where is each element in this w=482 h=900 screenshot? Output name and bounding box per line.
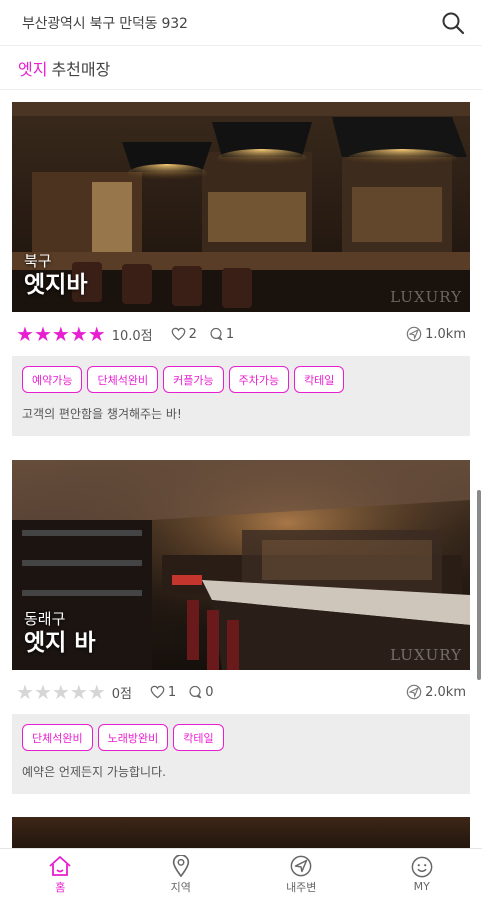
store-meta: ★ ★ ★ ★ ★ 0점 1 0 2.0km: [12, 670, 470, 714]
section-title-accent: 엣지: [18, 59, 48, 79]
navigation-icon: [406, 326, 422, 342]
distance-value: 1.0km: [425, 326, 466, 342]
nav-my-label: MY: [413, 880, 430, 893]
top-bar: 부산광역시 북구 만덕동 932: [0, 0, 482, 46]
nav-nearby-label: 내주변: [286, 880, 317, 894]
distance: 2.0km: [406, 684, 466, 700]
store-info: 예약가능 단체석완비 커플가능 주차가능 칵테일 고객의 편안함을 챙겨해주는 …: [12, 356, 470, 436]
star-rating: ★ ★ ★ ★ ★: [16, 682, 106, 702]
star-icon: ★: [51, 322, 70, 346]
store-description: 고객의 편안함을 챙겨해주는 바!: [22, 407, 182, 421]
store-name: 엣지바: [24, 272, 88, 298]
nav-region-label: 지역: [170, 880, 191, 894]
star-icon: ★: [16, 322, 34, 346]
tag[interactable]: 노래방완비: [97, 724, 169, 751]
nav-home-label: 홈: [55, 880, 66, 894]
star-icon: ★: [87, 680, 106, 704]
tag[interactable]: 주차가능: [228, 366, 290, 393]
current-address[interactable]: 부산광역시 북구 만덕동 932: [22, 13, 188, 33]
bottom-nav: 홈 지역 내주변 MY: [0, 848, 482, 900]
store-card-partial[interactable]: [12, 817, 470, 848]
heart-icon: [171, 327, 185, 341]
home-icon: [49, 855, 71, 876]
store-name: 엣지 바: [24, 630, 96, 656]
heart-icon: [150, 685, 165, 699]
store-meta: ★ ★ ★ ★ ★ 10.0점 2 1 1.0km: [12, 312, 470, 356]
star-icon: ★: [69, 322, 88, 346]
star-icon: ★: [33, 322, 52, 346]
rating-score: 0점: [111, 686, 132, 702]
tag[interactable]: 칵테일: [173, 724, 224, 751]
tag[interactable]: 칵테일: [294, 366, 345, 393]
watermark-text: LUXURY: [390, 646, 462, 664]
store-description: 예약은 언제든지 가능합니다.: [22, 765, 166, 779]
watermark-text: LUXURY: [390, 288, 462, 306]
section-title-label: 추천매장: [51, 59, 111, 79]
comments-value: 1: [225, 326, 235, 342]
store-feed[interactable]: 북구 엣지바 LUXURY ★ ★ ★ ★ ★ 10.0점 2 1 1.0km …: [0, 91, 482, 848]
location-pin-icon: [172, 854, 189, 877]
comments-value: 0: [205, 684, 214, 700]
tag[interactable]: 예약가능: [22, 366, 83, 393]
navigation-icon: [406, 684, 422, 700]
star-rating: ★ ★ ★ ★ ★: [16, 324, 106, 344]
tag[interactable]: 커플가능: [163, 366, 224, 393]
rating-score: 10.0점: [111, 328, 153, 344]
star-icon: ★: [51, 680, 70, 704]
star-icon: ★: [69, 680, 88, 704]
star-icon: ★: [16, 680, 34, 704]
photo-caption: 북구 엣지바: [24, 252, 87, 300]
likes-count[interactable]: 1: [150, 685, 176, 700]
store-info: 단체석완비 노래방완비 칵테일 예약은 언제든지 가능합니다.: [12, 714, 470, 794]
search-icon[interactable]: [440, 10, 466, 36]
likes-count[interactable]: 2: [171, 327, 197, 342]
nav-region[interactable]: 지역: [121, 849, 242, 900]
store-photo[interactable]: 북구 엣지바 LUXURY: [12, 102, 470, 312]
distance-value: 2.0km: [425, 684, 466, 700]
tag[interactable]: 단체석완비: [87, 366, 159, 393]
comments-count[interactable]: 0: [188, 685, 213, 700]
navigation-arrow-icon: [290, 855, 312, 876]
store-card[interactable]: 동래구 엣지 바 LUXURY ★ ★ ★ ★ ★ 0점 1 0 2.0km 단…: [12, 460, 470, 794]
comment-icon: [210, 327, 223, 341]
nav-nearby[interactable]: 내주변: [241, 849, 362, 900]
photo-caption: 동래구 엣지 바: [24, 610, 96, 658]
comment-icon: [189, 685, 202, 699]
comments-count[interactable]: 1: [209, 327, 234, 342]
tag-list: 예약가능 단체석완비 커플가능 주차가능 칵테일: [22, 366, 460, 393]
distance: 1.0km: [406, 326, 466, 342]
store-district: 북구: [24, 252, 52, 270]
section-title: 엣지 추천매장: [0, 46, 482, 90]
star-icon: ★: [33, 680, 52, 704]
store-district: 동래구: [24, 610, 66, 628]
star-icon: ★: [87, 322, 106, 346]
tag-list: 단체석완비 노래방완비 칵테일: [22, 724, 460, 751]
likes-value: 1: [167, 684, 177, 700]
scrollbar[interactable]: [477, 490, 481, 680]
tag[interactable]: 단체석완비: [22, 724, 93, 751]
store-photo[interactable]: 동래구 엣지 바 LUXURY: [12, 460, 470, 670]
store-card[interactable]: 북구 엣지바 LUXURY ★ ★ ★ ★ ★ 10.0점 2 1 1.0km …: [12, 102, 470, 436]
nav-home[interactable]: 홈: [0, 849, 121, 900]
likes-value: 2: [188, 326, 197, 342]
nav-my[interactable]: MY: [362, 849, 482, 900]
smiley-face-icon: [411, 856, 433, 878]
